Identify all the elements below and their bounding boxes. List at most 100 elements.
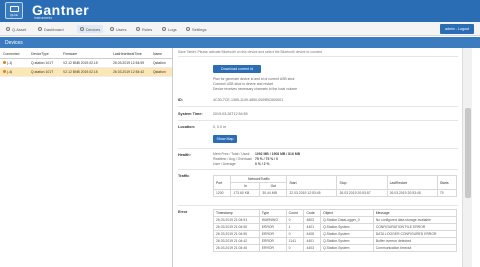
table-cell: 26.03.2019 21:04:42	[213, 237, 260, 245]
system-time-value: 2019-03-26T12:54:55	[213, 112, 248, 116]
table-cell: Q.station 101T	[31, 70, 54, 74]
table-cell: 1	[285, 223, 305, 231]
column-header[interactable]: In	[230, 182, 261, 190]
health-value: 75 % / 75 % / 0	[255, 157, 278, 161]
error-label: Error	[178, 210, 188, 214]
column-header[interactable]: Timestamp	[213, 209, 260, 217]
table-cell: CONFIGURATION FILE ERROR	[372, 223, 458, 231]
column-header[interactable]: Connected	[0, 52, 28, 56]
table-row: 26.03.2019 21:04:50 ERROR 1 4401 Q.Stati…	[213, 223, 458, 231]
connected-value: (-4)	[7, 70, 13, 74]
table-cell: Buffer overrun detected	[372, 237, 458, 245]
health-value: 0 % / 2 %	[255, 162, 270, 166]
nav-label: Users	[116, 26, 127, 32]
download-button[interactable]: Download current id	[213, 65, 261, 73]
nav-label: Devices	[86, 26, 101, 32]
table-cell: 26.03.2019 12:54:59	[113, 61, 145, 65]
table-header: Connected DeviceType Firmware LastHeartb…	[0, 50, 172, 59]
column-header[interactable]: Count	[285, 209, 305, 217]
device-detail-panel: Save Tablet: Please activate Bluetooth o…	[173, 48, 462, 267]
table-cell: 0	[285, 230, 305, 238]
dashboard-icon	[38, 27, 42, 31]
nav-label: Settings	[192, 26, 207, 32]
devices-icon	[80, 27, 84, 31]
detail-top-text: Save Tablet: Please activate Bluetooth o…	[178, 50, 323, 54]
connected-value: (-1)	[7, 61, 13, 65]
nav-item-logs[interactable]: Logs	[162, 25, 177, 33]
table-cell: ERROR	[258, 244, 287, 252]
nav-label: Q.Asset	[12, 26, 27, 32]
table-cell: ERROR	[258, 223, 287, 231]
table-cell: 26.03.2019 20:53:45	[386, 189, 438, 197]
column-header[interactable]: DeviceType	[28, 52, 60, 56]
column-header[interactable]: Object	[320, 209, 374, 217]
column-header[interactable]: Start	[286, 175, 338, 190]
nav-item-roles[interactable]: Roles	[136, 25, 152, 33]
connected-cell: (-4)	[0, 70, 28, 74]
traffic-table: Port NetworkTraffic Start Stop LastResta…	[212, 175, 458, 197]
column-group-header: NetworkTraffic	[230, 175, 288, 183]
column-header[interactable]: Name	[150, 52, 172, 56]
table-cell: 30.44 MB	[259, 189, 288, 197]
table-cell: 26.03.2019 20:53:57	[336, 189, 388, 197]
table-cell: Qstation	[153, 70, 166, 74]
column-header[interactable]: Out	[259, 182, 288, 190]
column-header[interactable]: Starts	[436, 175, 458, 190]
separator	[178, 120, 458, 121]
table-cell: Q.Station.System	[320, 230, 374, 238]
column-header[interactable]: Port	[212, 175, 232, 190]
table-cell: ERROR	[258, 230, 287, 238]
nav-item-qasset[interactable]: Q.Asset	[6, 25, 26, 33]
scrollbar-thumb[interactable]	[465, 108, 471, 198]
traffic-label: Traffic	[178, 174, 190, 178]
panel-title: Devices	[0, 37, 480, 48]
info-line: Plan for generate device id and id of cu…	[213, 77, 295, 81]
table-row: 26.03.2019 21:04:50 ERROR 0 4408 Q.Stati…	[213, 230, 458, 238]
table-cell: 4408	[303, 230, 322, 238]
device-table: Connected DeviceType Firmware LastHeartb…	[0, 50, 172, 267]
id-label: ID:	[178, 98, 184, 102]
separator	[178, 205, 458, 206]
column-header[interactable]: Code	[303, 209, 322, 217]
table-cell: 0	[285, 216, 305, 224]
health-value: 1092 MB / 1908 MB / 816 MB	[255, 152, 301, 156]
logout-button[interactable]: admin - Logout	[440, 24, 474, 34]
show-map-button[interactable]: Show Map	[213, 135, 237, 143]
location-label: Location:	[178, 125, 196, 129]
roles-icon	[136, 27, 140, 31]
nav-item-dashboard[interactable]: Dashboard	[38, 25, 64, 33]
table-row-selected[interactable]: (-4) Q.station 101T V2.12 BNB 2019.02.15…	[0, 68, 172, 77]
table-row: 26.03.2019 21:04:42 ERROR 1141 4401 Q.St…	[213, 237, 458, 245]
nav-item-devices[interactable]: Devices	[77, 25, 104, 33]
column-header[interactable]: LastRestart	[386, 175, 438, 190]
logs-icon	[162, 27, 166, 31]
brand-subtitle: instruments	[34, 16, 53, 20]
users-icon	[110, 27, 114, 31]
asset-icon	[6, 27, 10, 31]
health-label: Health:	[178, 153, 191, 157]
column-header[interactable]: Message	[372, 209, 458, 217]
separator	[178, 169, 458, 170]
column-header[interactable]: Type	[258, 209, 287, 217]
table-cell: 26.03.2019 21:04:50	[213, 223, 260, 231]
logo-icon	[10, 6, 19, 12]
system-time-label: System Time:	[178, 112, 203, 116]
column-header[interactable]: Stop	[336, 175, 388, 190]
location-value: 0, 0.0 m	[213, 125, 226, 129]
table-cell: ERROR	[258, 237, 287, 245]
nav-item-settings[interactable]: Settings	[186, 25, 206, 33]
table-row[interactable]: (-1) Q.station 101T V2.12 BNB 2019.02.15…	[0, 59, 172, 68]
column-header[interactable]: Firmware	[60, 52, 110, 56]
nav-item-users[interactable]: Users	[110, 25, 126, 33]
table-cell: 26.03.2019 21:04:50	[213, 230, 260, 238]
table-cell: Communication timeout	[372, 244, 458, 252]
column-header[interactable]: LastHeartbeatTime	[110, 52, 150, 56]
table-row: 26.03.2019 21:04:51 WARNING 0 4803 Q.Sta…	[213, 216, 458, 224]
connected-cell: (-1)	[0, 61, 28, 65]
app-logo[interactable]: QLink	[5, 2, 23, 19]
detail-scrollbar[interactable]	[462, 48, 472, 267]
table-cell: Q.station 101T	[31, 61, 54, 65]
health-key: User / Average:	[213, 162, 237, 166]
separator	[178, 148, 458, 149]
health-key: Mem Free / Total / Used:	[213, 152, 251, 156]
